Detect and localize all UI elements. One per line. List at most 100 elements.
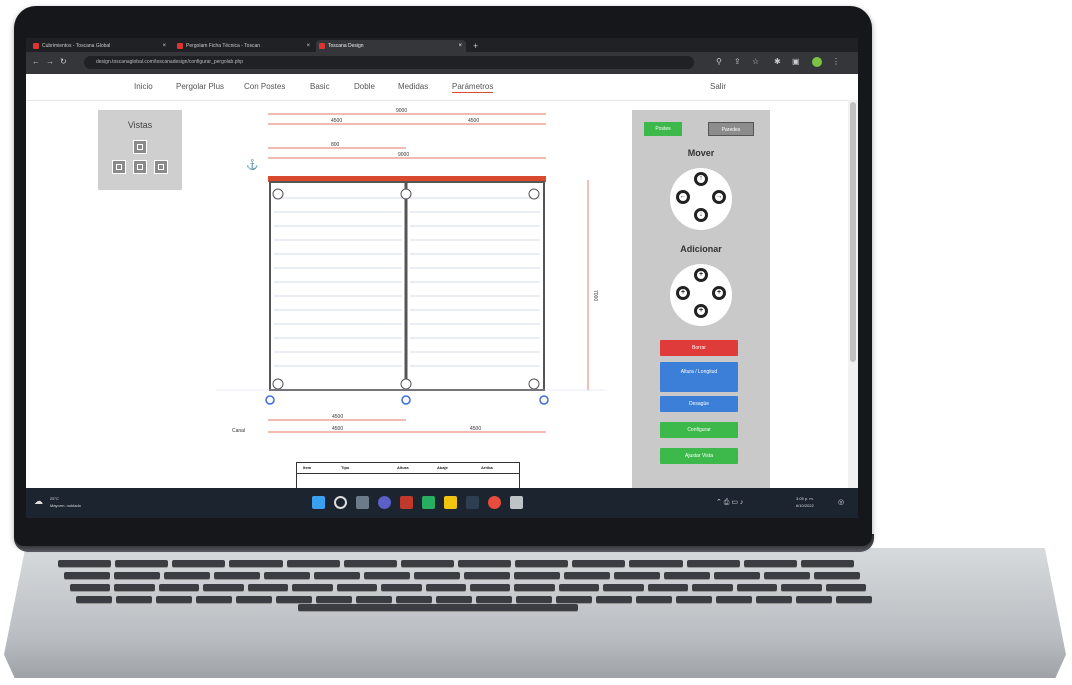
- post-bottom-right[interactable]: [528, 378, 540, 390]
- altura-longitud-button[interactable]: Altura / Longitud: [660, 362, 738, 392]
- close-icon[interactable]: ×: [306, 40, 310, 52]
- view-top-button[interactable]: [133, 140, 147, 154]
- xbox-icon[interactable]: [422, 496, 435, 509]
- keyboard-key: [196, 596, 232, 603]
- bottom-dim1-label: 4500: [332, 414, 343, 420]
- nav-pergolar-plus[interactable]: Pergolar Plus: [176, 82, 224, 91]
- nav-medidas[interactable]: Medidas: [398, 82, 428, 91]
- add-up-icon[interactable]: +: [694, 268, 708, 282]
- keyboard-key: [825, 584, 866, 591]
- view-front-button[interactable]: [133, 160, 147, 174]
- post-bottom-middle[interactable]: [400, 378, 412, 390]
- keyboard-key: [676, 596, 712, 603]
- app-red-icon[interactable]: [400, 496, 413, 509]
- post-bottom-left[interactable]: [272, 378, 284, 390]
- keyboard-key: [414, 572, 460, 579]
- start-icon[interactable]: [312, 496, 325, 509]
- tab-cubrimientos[interactable]: Cubrimientos - Toscana Global ×: [30, 40, 170, 52]
- spacebar-key: [298, 604, 578, 611]
- task-view-icon[interactable]: [356, 496, 369, 509]
- keyboard-key: [464, 572, 510, 579]
- share-icon[interactable]: ⇪: [734, 57, 741, 67]
- add-right-icon[interactable]: +: [712, 286, 726, 300]
- nav-basic[interactable]: Basic: [310, 82, 330, 91]
- url-input[interactable]: design.toscanaglobal.com/toscanadesign/c…: [84, 56, 694, 69]
- search-icon[interactable]: ⚲: [716, 57, 722, 67]
- keyboard-key: [516, 596, 552, 603]
- app-dark-icon[interactable]: [466, 496, 479, 509]
- keyboard-key: [229, 560, 283, 567]
- close-icon[interactable]: ×: [458, 40, 462, 52]
- move-up-icon[interactable]: ↑: [694, 172, 708, 186]
- post-top-right[interactable]: [528, 188, 540, 200]
- notification-icon[interactable]: ◎: [838, 498, 844, 506]
- borrar-button[interactable]: Borrar: [660, 340, 738, 356]
- post-top-middle[interactable]: [400, 188, 412, 200]
- keyboard-key: [756, 596, 792, 603]
- new-tab-icon[interactable]: +: [470, 40, 486, 52]
- vistas-title: Vistas: [127, 120, 153, 130]
- nav-doble[interactable]: Doble: [354, 82, 375, 91]
- add-down-icon[interactable]: +: [694, 304, 708, 318]
- keyboard-key: [64, 572, 110, 579]
- app-grey-icon[interactable]: [510, 496, 523, 509]
- menu-icon[interactable]: ⋮: [832, 57, 840, 67]
- clock-date: 6/10/2022: [796, 503, 814, 508]
- keyboard-key: [356, 596, 392, 603]
- star-icon[interactable]: ☆: [752, 57, 759, 67]
- handle-middle[interactable]: [401, 395, 411, 405]
- move-right-icon[interactable]: →: [712, 190, 726, 204]
- page-scrollbar[interactable]: [848, 100, 858, 488]
- post-top-left[interactable]: [272, 188, 284, 200]
- pergola-drawing[interactable]: 9000 4500 4500 800 9000 7000 4500 4500 4…: [186, 100, 626, 466]
- nav-salir[interactable]: Salir: [710, 82, 726, 91]
- keyboard-key: [264, 572, 310, 579]
- scroll-thumb[interactable]: [850, 102, 856, 362]
- chrome-icon[interactable]: [488, 496, 501, 509]
- configurar-button[interactable]: Configurar: [660, 422, 738, 438]
- nav-con-postes[interactable]: Con Postes: [244, 82, 285, 91]
- forward-icon[interactable]: →: [46, 57, 54, 67]
- keyboard-key: [629, 560, 683, 567]
- weather-desc: Mayorm. nublado: [50, 503, 81, 508]
- table-header: Arriba: [481, 465, 493, 470]
- keyboard-key: [515, 560, 569, 567]
- desague-button[interactable]: Desagüe: [660, 396, 738, 412]
- view-left-button[interactable]: [112, 160, 126, 174]
- table-header: Altura: [397, 465, 409, 470]
- nav-inicio[interactable]: Inicio: [134, 82, 153, 91]
- search-icon[interactable]: [334, 496, 347, 509]
- table-header: Abaje: [437, 465, 448, 470]
- weather-icon[interactable]: ☁: [34, 496, 43, 507]
- taskbar: ☁ 25°C Mayorm. nublado ⌃ ⎙ ▭ ♪ 3:05 p. m…: [26, 488, 858, 518]
- bottom-dim3-label: 4500: [470, 426, 481, 432]
- extensions-icon[interactable]: ✱: [774, 57, 781, 67]
- keyboard-key: [836, 596, 872, 603]
- move-left-icon[interactable]: ←: [676, 190, 690, 204]
- move-down-icon[interactable]: ↓: [694, 208, 708, 222]
- postes-toggle[interactable]: Postes: [644, 122, 682, 136]
- favicon-icon: [177, 43, 183, 49]
- sidebar-icon[interactable]: ▣: [792, 57, 800, 67]
- back-icon[interactable]: ←: [32, 57, 40, 67]
- profile-avatar[interactable]: [812, 57, 822, 67]
- reload-icon[interactable]: ↻: [60, 57, 67, 67]
- nav-parametros[interactable]: Parámetros: [452, 82, 494, 93]
- keyboard-key: [396, 596, 432, 603]
- tab-pergolam[interactable]: Pergolam Ficha Técnica - Toscan ×: [174, 40, 314, 52]
- tab-toscana-design[interactable]: Toscana Design ×: [316, 40, 466, 52]
- view-right-button[interactable]: [154, 160, 168, 174]
- handle-right[interactable]: [539, 395, 549, 405]
- close-icon[interactable]: ×: [162, 40, 166, 52]
- keyboard-key: [636, 596, 672, 603]
- handle-left[interactable]: [265, 395, 275, 405]
- file-explorer-icon[interactable]: [444, 496, 457, 509]
- anchor-icon[interactable]: ⚓: [246, 158, 258, 171]
- tray-icons[interactable]: ⌃ ⎙ ▭ ♪: [716, 498, 743, 507]
- chat-icon[interactable]: [378, 496, 391, 509]
- add-left-icon[interactable]: +: [676, 286, 690, 300]
- ajustar-vista-button[interactable]: Ajustar Vista: [660, 448, 738, 464]
- browser-tab-bar: Cubrimientos - Toscana Global × Pergolam …: [26, 38, 858, 52]
- keyboard-key: [247, 584, 289, 591]
- paredes-toggle[interactable]: Paredes: [708, 122, 754, 136]
